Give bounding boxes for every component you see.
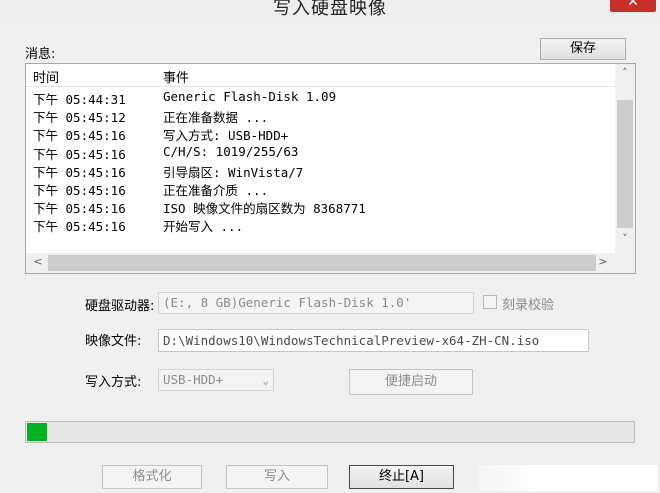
write-method-value: USB-HDD+: [163, 372, 224, 387]
log-event: Generic Flash-Disk 1.09: [163, 89, 337, 104]
verify-label[interactable]: 刻录校验: [502, 294, 554, 313]
write-progress-bar: [25, 421, 635, 443]
log-event: 正在准备数据 ...: [163, 110, 269, 126]
write-method-select[interactable]: USB-HDD+ ⌄: [158, 369, 274, 391]
save-button[interactable]: 保存: [540, 38, 626, 60]
log-time: 下午 05:45:16: [33, 164, 126, 180]
log-event: 写入方式: USB-HDD+: [163, 128, 289, 144]
log-event: 开始写入 ...: [163, 219, 244, 235]
log-time: 下午 05:45:16: [33, 201, 126, 217]
log-time: 下午 05:45:16: [33, 182, 126, 198]
vertical-scrollbar[interactable]: ˄ ˅: [615, 64, 635, 253]
close-button[interactable]: ✕: [610, 0, 656, 12]
write-method-label: 写入方式:: [85, 375, 142, 390]
log-row: 下午 05:45:16 开始写入 ...: [26, 216, 616, 234]
log-header: 时间 事件: [26, 64, 616, 87]
log-time: 下午 05:45:16: [33, 219, 126, 235]
window-title: 写入硬盘映像: [273, 0, 387, 19]
message-log[interactable]: 时间 事件 下午 05:44:31 Generic Flash-Disk 1.09…: [25, 63, 636, 274]
image-file-label: 映像文件:: [85, 334, 142, 349]
scrollbar-corner: [615, 253, 635, 273]
horizontal-scroll-thumb[interactable]: [48, 255, 596, 271]
scroll-down-icon[interactable]: ˅: [615, 232, 635, 245]
drive-select-value: (E:, 8 GB)Generic Flash-Disk 1.0': [163, 295, 412, 310]
progress-fill: [27, 423, 47, 441]
drive-label: 硬盘驱动器:: [85, 299, 155, 314]
column-time[interactable]: 时间: [33, 67, 59, 86]
verify-checkbox[interactable]: [483, 295, 497, 309]
log-event: 引导扇区: WinVista/7: [163, 164, 304, 180]
scroll-left-icon[interactable]: <: [28, 255, 48, 268]
log-row: 下午 05:45:16 写入方式: USB-HDD+: [26, 125, 616, 143]
title-bar: 写入硬盘映像 ✕: [0, 0, 660, 22]
log-row: 下午 05:45:16 正在准备介质 ...: [26, 180, 616, 198]
log-time: 下午 05:45:12: [33, 110, 126, 126]
drive-select[interactable]: (E:, 8 GB)Generic Flash-Disk 1.0': [158, 292, 474, 314]
close-icon: ✕: [627, 0, 639, 10]
image-file-value: D:\Windows10\WindowsTechnicalPreview-x64…: [163, 333, 540, 348]
log-event: ISO 映像文件的扇区数为 8368771: [163, 201, 366, 217]
log-event: 正在准备介质 ...: [163, 182, 269, 198]
abort-button[interactable]: 终止[A]: [349, 465, 454, 489]
column-event[interactable]: 事件: [163, 67, 189, 86]
log-rows: 下午 05:44:31 Generic Flash-Disk 1.09 下午 05…: [26, 89, 616, 235]
quick-boot-button[interactable]: 便捷启动: [349, 369, 473, 395]
scroll-up-icon[interactable]: ˄: [615, 66, 635, 79]
write-button[interactable]: 写入: [226, 465, 328, 489]
log-time: 下午 05:45:16: [33, 128, 126, 144]
chevron-down-icon: ⌄: [262, 374, 269, 387]
image-file-field[interactable]: D:\Windows10\WindowsTechnicalPreview-x64…: [158, 329, 589, 352]
log-time: 下午 05:45:16: [33, 146, 126, 162]
scroll-right-icon[interactable]: >: [593, 255, 613, 268]
vertical-scroll-thumb[interactable]: [617, 100, 633, 228]
log-row: 下午 05:44:31 Generic Flash-Disk 1.09: [26, 89, 616, 107]
horizontal-scrollbar[interactable]: < >: [26, 253, 615, 273]
log-event: C/H/S: 1019/255/63: [163, 143, 299, 159]
messages-label: 消息:: [25, 47, 56, 62]
watermark-overlay: [478, 465, 658, 491]
log-row: 下午 05:45:16 引导扇区: WinVista/7: [26, 162, 616, 180]
log-row: 下午 05:45:16 C/H/S: 1019/255/63: [26, 144, 616, 162]
format-button[interactable]: 格式化: [102, 465, 202, 489]
log-row: 下午 05:45:12 正在准备数据 ...: [26, 107, 616, 125]
log-time: 下午 05:44:31: [33, 92, 126, 107]
log-row: 下午 05:45:16 ISO 映像文件的扇区数为 8368771: [26, 198, 616, 216]
